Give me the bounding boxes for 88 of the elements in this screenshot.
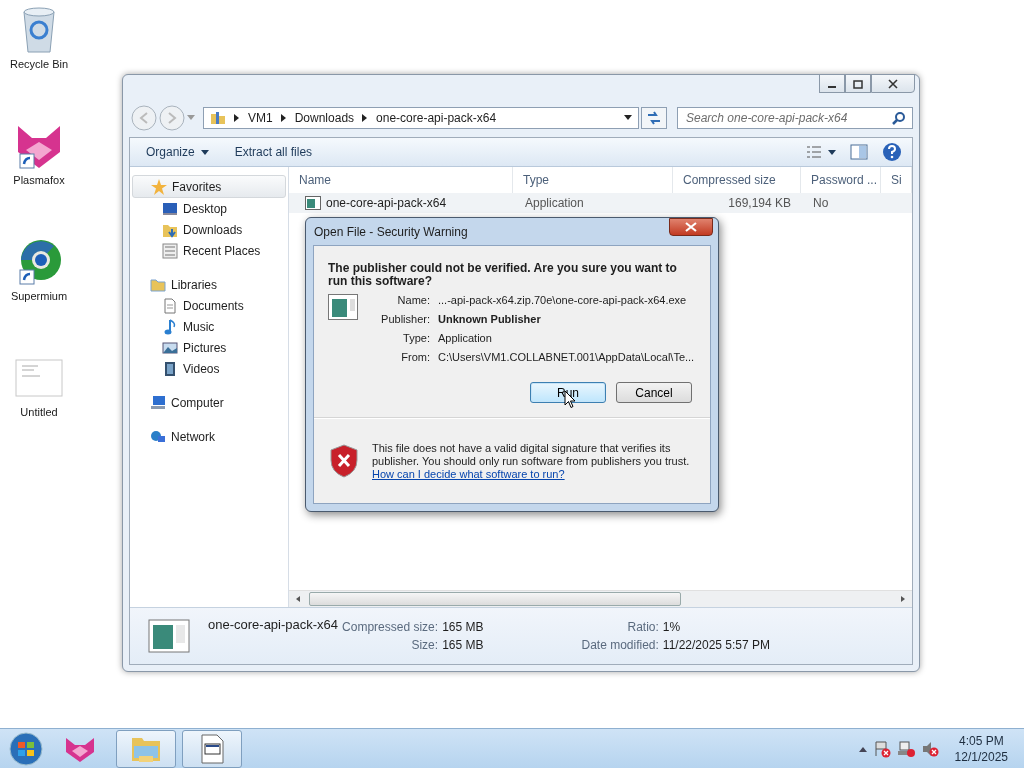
help-link[interactable]: How can I decide what software to run?: [372, 467, 565, 480]
search-field[interactable]: Search one-core-api-pack-x64: [677, 107, 913, 129]
folder-icon: [210, 110, 226, 126]
detail-label: Compressed size:: [342, 620, 439, 634]
breadcrumb-item[interactable]: Downloads: [294, 111, 355, 125]
field-value: ...-api-pack-x64.zip.70e\one-core-api-pack-x64.exe: [438, 294, 688, 307]
refresh-icon: [646, 111, 662, 125]
address-bar[interactable]: VM1 Downloads one-core-api-pack-x64: [203, 107, 639, 129]
icon-label: Plasmafox: [13, 174, 65, 186]
detail-label: Size:: [410, 638, 439, 652]
nav-item[interactable]: Music: [132, 316, 286, 337]
application-icon: [148, 619, 190, 653]
close-icon: [685, 222, 697, 232]
restore-button[interactable]: [845, 74, 871, 93]
dialog-title: Open File - Security Warning: [314, 224, 469, 239]
breadcrumb-item[interactable]: VM1: [248, 111, 273, 125]
window-list-icon: [162, 242, 178, 259]
field-label: Type:: [402, 332, 430, 345]
detail-value: 165 MB: [442, 620, 484, 634]
document-icon: [162, 297, 178, 314]
breadcrumb-item[interactable]: one-core-api-pack-x64: [376, 111, 497, 125]
shield-icon: [330, 444, 358, 478]
nav-item[interactable]: Pictures: [132, 337, 286, 358]
toolbar-button[interactable]: Extract all files: [228, 141, 319, 163]
nav-item[interactable]: Network: [132, 426, 286, 447]
detail-label: Ratio:: [626, 620, 659, 634]
field-label: From:: [400, 351, 430, 364]
flag-icon[interactable]: [872, 739, 891, 758]
nav-item[interactable]: Downloads: [132, 219, 286, 240]
table-cell-text: No: [812, 196, 830, 210]
clock-date[interactable]: 12/1/2025: [954, 748, 1008, 765]
chevron-icon[interactable]: [234, 114, 240, 122]
network-icon[interactable]: [896, 739, 915, 758]
toolbar-button[interactable]: Organize: [140, 141, 215, 163]
icon-label: Untitled: [20, 406, 58, 418]
table-cell-text: 169,194 KB: [727, 196, 792, 210]
detail-label: Date modified:: [581, 638, 659, 652]
warning-heading: The publisher could not be verified. Are you sure you want to run this software?: [328, 262, 678, 288]
horizontal-scrollbar[interactable]: [289, 590, 912, 607]
preview-pane-icon[interactable]: [850, 144, 868, 160]
computer-icon: [150, 394, 166, 411]
nav-item[interactable]: Libraries: [132, 274, 286, 295]
clock-time[interactable]: 4:05 PM: [958, 732, 1004, 749]
chevron-icon[interactable]: [362, 114, 369, 122]
view-options-icon[interactable]: [806, 145, 836, 159]
restore-icon: [853, 78, 863, 89]
caret-icon[interactable]: [858, 745, 867, 752]
picture-icon: [162, 339, 178, 356]
table-cell-text: Application: [524, 196, 585, 210]
minimize-icon: [828, 85, 836, 88]
nav-item[interactable]: Favorites: [132, 175, 286, 198]
chevron-icon[interactable]: [280, 114, 287, 122]
detail-value: 11/22/2025 5:57 PM: [662, 638, 771, 652]
minimize-button[interactable]: [819, 74, 845, 93]
star-icon: [151, 178, 167, 195]
nav-item[interactable]: Videos: [132, 358, 286, 379]
film-icon: [162, 360, 178, 377]
music-note-icon: [162, 318, 178, 335]
folder-icon: [150, 276, 166, 293]
detail-value: 165 MB: [442, 638, 484, 652]
application-icon: [305, 196, 321, 210]
nav-item[interactable]: Computer: [132, 392, 286, 413]
dialog-button[interactable]: Cancel: [616, 382, 692, 403]
field-value: Unknown Publisher: [438, 313, 542, 326]
file-name[interactable]: one-core-api-pack-x64: [289, 196, 513, 210]
nav-item[interactable]: Desktop: [132, 198, 286, 219]
search-icon: [892, 111, 906, 125]
start-button[interactable]: [8, 730, 44, 767]
icon-label: Recycle Bin: [9, 58, 69, 70]
help-icon[interactable]: [882, 142, 902, 162]
caret-icon[interactable]: [624, 115, 632, 121]
field-value: Application: [438, 332, 493, 345]
taskbar-button[interactable]: [116, 729, 176, 768]
refresh-button[interactable]: [641, 107, 667, 129]
close-icon: [888, 78, 898, 89]
warning-text: This file does not have a valid digital signature that verifies its publisher. You should only run software from publishers you trust.: [372, 441, 691, 468]
field-value: C:\Users\VM1.COLLABNET.001\AppData\Local\Te...: [438, 351, 695, 364]
monitor-icon: [162, 200, 178, 217]
application-icon: [328, 294, 358, 320]
taskbar-button[interactable]: [182, 729, 242, 768]
icon-label: Supermium: [10, 290, 68, 302]
nav-item[interactable]: Documents: [132, 295, 286, 316]
close-button[interactable]: [669, 218, 713, 236]
nav-item[interactable]: Recent Places: [132, 240, 286, 261]
field-label: Publisher:: [380, 313, 430, 326]
file-name: one-core-api-pack-x64: [208, 617, 339, 632]
detail-value: 1%: [662, 620, 682, 634]
field-label: Name:: [396, 294, 430, 307]
